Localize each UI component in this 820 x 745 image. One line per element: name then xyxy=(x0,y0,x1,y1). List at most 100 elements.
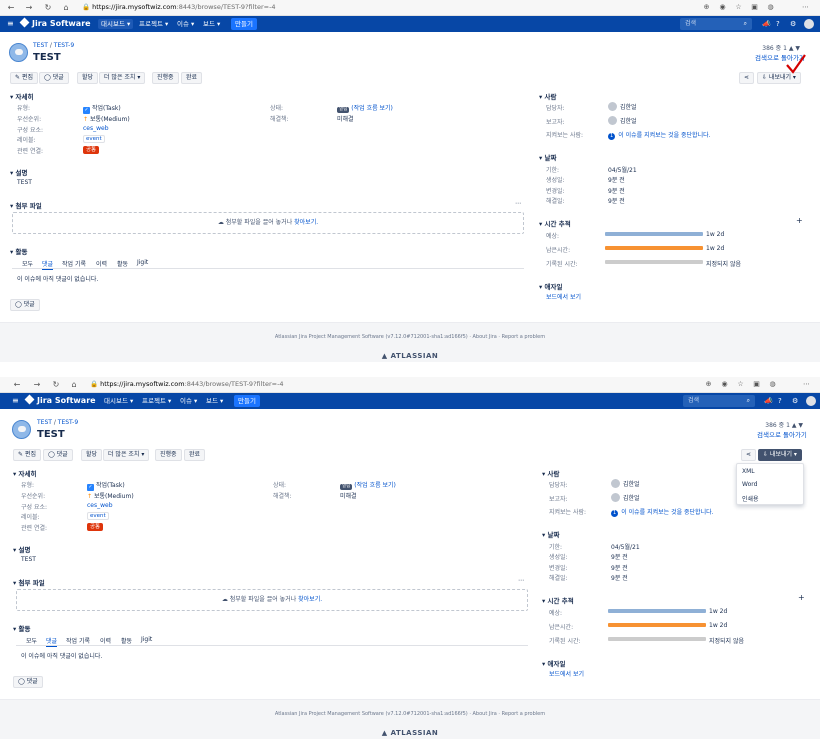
pager-up-icon[interactable]: ▲ xyxy=(792,422,797,429)
home-icon[interactable]: ⌂ xyxy=(69,380,79,390)
pager-down-icon[interactable]: ▼ xyxy=(795,45,800,52)
tab-jigit[interactable]: Jigit xyxy=(141,636,152,643)
assign-button[interactable]: 할당 xyxy=(81,449,103,461)
home-icon[interactable]: ⌂ xyxy=(61,3,71,13)
forward-icon[interactable]: → xyxy=(32,380,42,390)
reporter-value[interactable]: 김한얼 xyxy=(608,116,637,125)
search-input[interactable]: 검색 ⌕ xyxy=(680,18,752,30)
in-progress-button[interactable]: 진행중 xyxy=(152,72,179,84)
tab-activity[interactable]: 활동 xyxy=(121,636,132,645)
browse-link[interactable]: 찾아보기. xyxy=(294,219,318,226)
tab-all[interactable]: 모두 xyxy=(22,259,33,268)
nav-boards[interactable]: 보드 ▾ xyxy=(200,19,223,29)
search-input[interactable]: 검색 ⌕ xyxy=(683,395,755,407)
create-button[interactable]: 만들기 xyxy=(231,18,257,30)
tab-worklog[interactable]: 작업 기록 xyxy=(62,259,86,268)
label-event[interactable]: event xyxy=(87,512,109,520)
collections-icon[interactable]: ▣ xyxy=(752,380,761,389)
back-icon[interactable]: ← xyxy=(6,3,16,13)
profile-icon[interactable]: ◍ xyxy=(766,3,775,12)
reload-icon[interactable]: ↻ xyxy=(51,380,61,390)
view-on-board-link[interactable]: 보드에서 보기 xyxy=(549,669,584,678)
tab-history[interactable]: 이력 xyxy=(96,259,107,268)
nav-issues[interactable]: 이슈 ▾ xyxy=(174,19,197,29)
browse-link[interactable]: 찾아보기. xyxy=(298,596,322,603)
nav-dashboard[interactable]: 대시보드 ▾ xyxy=(98,19,134,29)
attachment-dropzone[interactable]: ☁ 첨부할 파일을 끌어 놓거나 찾아보기. xyxy=(12,212,524,234)
related-common-tag[interactable]: 공통 xyxy=(87,523,104,531)
jira-logo[interactable]: Jira Software xyxy=(19,17,91,30)
breadcrumb-project[interactable]: TEST xyxy=(37,419,52,426)
share-button[interactable]: ⋖ xyxy=(739,72,755,84)
assign-button[interactable]: 할당 xyxy=(77,72,99,84)
attachments-more-icon[interactable]: ⋯ xyxy=(515,200,521,207)
assignee-value[interactable]: 김한얼 xyxy=(611,479,640,488)
edit-button[interactable]: ✎ 편집 xyxy=(10,72,38,84)
settings-icon[interactable]: ⚙ xyxy=(790,19,796,29)
add-worklog-icon[interactable]: + xyxy=(798,593,805,602)
nav-projects[interactable]: 프로젝트 ▾ xyxy=(136,19,171,29)
add-worklog-icon[interactable]: + xyxy=(796,216,803,225)
workflow-link[interactable]: (작업 흐름 보기) xyxy=(351,105,393,112)
watchers-link[interactable]: 1이 이슈를 지켜보는 것을 중단합니다. xyxy=(611,507,714,517)
component-link[interactable]: ces_web xyxy=(83,125,109,132)
done-button[interactable]: 완료 xyxy=(184,449,206,461)
watchers-link[interactable]: 1이 이슈를 지켜보는 것을 중단합니다. xyxy=(608,130,711,140)
extension-icon[interactable]: ◉ xyxy=(720,380,729,389)
label-event[interactable]: event xyxy=(83,135,105,143)
tab-all[interactable]: 모두 xyxy=(26,636,37,645)
pager-up-icon[interactable]: ▲ xyxy=(789,45,794,52)
nav-dashboard[interactable]: 대시보드 ▾ xyxy=(101,396,136,406)
breadcrumb-issue-key[interactable]: TEST-9 xyxy=(58,419,78,426)
settings-icon[interactable]: ⚙ xyxy=(792,396,798,406)
collections-icon[interactable]: ▣ xyxy=(750,3,759,12)
help-icon[interactable]: ? xyxy=(778,396,782,406)
profile-icon[interactable]: ◍ xyxy=(768,380,777,389)
extension-icon[interactable]: ◉ xyxy=(718,3,727,12)
help-icon[interactable]: ? xyxy=(776,19,780,29)
breadcrumb-project[interactable]: TEST xyxy=(33,42,48,49)
jira-logo[interactable]: Jira Software xyxy=(24,394,96,407)
footer-links[interactable]: Atlassian Jira Project Management Softwa… xyxy=(0,334,820,340)
back-to-search-link[interactable]: 검색으로 돌아가기 xyxy=(757,429,807,439)
notifications-icon[interactable]: 📣 xyxy=(764,396,773,406)
export-word[interactable]: Word xyxy=(742,481,757,488)
assignee-value[interactable]: 김한얼 xyxy=(608,102,637,111)
more-actions-button[interactable]: 더 많은 조치 ▾ xyxy=(99,72,146,84)
export-button[interactable]: ⇩ 내보내기 ▾ xyxy=(758,449,802,461)
zoom-icon[interactable]: ⊕ xyxy=(702,3,711,12)
user-avatar[interactable] xyxy=(806,396,816,406)
component-link[interactable]: ces_web xyxy=(87,502,113,509)
favorite-icon[interactable]: ☆ xyxy=(736,380,745,389)
breadcrumb-issue-key[interactable]: TEST-9 xyxy=(54,42,74,49)
export-printable[interactable]: 인쇄용 xyxy=(742,494,759,503)
nav-issues[interactable]: 이슈 ▾ xyxy=(177,396,200,406)
share-button[interactable]: ⋖ xyxy=(741,449,757,461)
view-on-board-link[interactable]: 보드에서 보기 xyxy=(546,292,581,301)
nav-boards[interactable]: 보드 ▾ xyxy=(203,396,226,406)
menu-dots-icon[interactable]: ⋯ xyxy=(801,3,810,12)
app-switcher-icon[interactable]: ≡ xyxy=(7,19,14,29)
related-common-tag[interactable]: 공통 xyxy=(83,146,100,154)
notifications-icon[interactable]: 📣 xyxy=(762,19,771,29)
reporter-value[interactable]: 김한얼 xyxy=(611,493,640,502)
address-bar[interactable]: 🔒 https://jira.mysoftwiz.com:8443/browse… xyxy=(82,2,652,13)
forward-icon[interactable]: → xyxy=(24,3,34,13)
description-text[interactable]: TEST xyxy=(21,556,36,563)
footer-links[interactable]: Atlassian Jira Project Management Softwa… xyxy=(0,711,820,717)
edit-button[interactable]: ✎ 편집 xyxy=(13,449,41,461)
comment-button[interactable]: ◯ 댓글 xyxy=(39,72,69,84)
tab-jigit[interactable]: Jigit xyxy=(137,259,148,266)
pager-down-icon[interactable]: ▼ xyxy=(798,422,803,429)
create-button[interactable]: 만들기 xyxy=(234,395,260,407)
attachment-dropzone[interactable]: ☁ 첨부할 파일을 끌어 놓거나 찾아보기. xyxy=(16,589,528,611)
add-comment-button[interactable]: ◯ 댓글 xyxy=(10,299,40,311)
done-button[interactable]: 완료 xyxy=(181,72,203,84)
tab-activity[interactable]: 활동 xyxy=(117,259,128,268)
export-xml[interactable]: XML xyxy=(742,468,755,475)
attachments-more-icon[interactable]: ⋯ xyxy=(518,577,524,584)
menu-dots-icon[interactable]: ⋯ xyxy=(802,380,811,389)
comment-button[interactable]: ◯ 댓글 xyxy=(43,449,73,461)
in-progress-button[interactable]: 진행중 xyxy=(155,449,182,461)
app-switcher-icon[interactable]: ≡ xyxy=(12,396,19,406)
